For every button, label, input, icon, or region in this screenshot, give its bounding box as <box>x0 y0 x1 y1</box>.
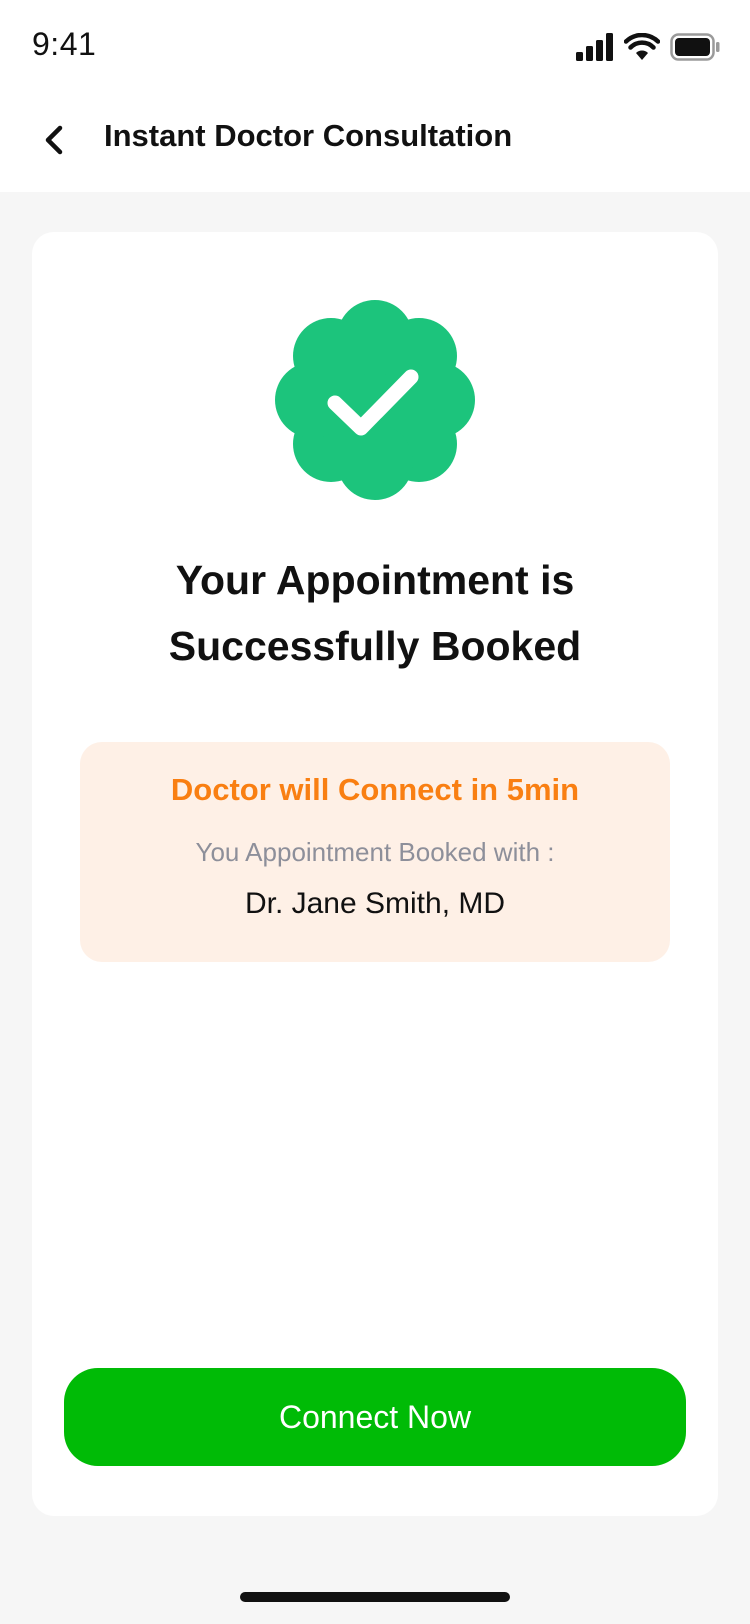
confirmation-card: Your Appointment is Successfully Booked … <box>32 232 718 1516</box>
appointment-info-box: Doctor will Connect in 5min You Appointm… <box>80 742 670 962</box>
verified-check-badge-icon <box>275 300 475 500</box>
headline-line-1: Your Appointment is <box>175 557 575 603</box>
back-button[interactable] <box>30 115 80 165</box>
connect-eta-text: Doctor will Connect in 5min <box>170 772 580 807</box>
chevron-left-icon <box>45 125 63 155</box>
cellular-signal-icon <box>576 33 613 61</box>
status-bar: 9:41 <box>0 0 750 95</box>
doctor-name: Dr. Jane Smith, MD <box>244 887 506 920</box>
success-headline: Your Appointment is Successfully Booked <box>32 547 718 679</box>
booked-with-label: You Appointment Booked with : <box>195 837 555 867</box>
status-time: 9:41 <box>32 26 97 62</box>
nav-bar: Instant Doctor Consultation <box>0 95 750 192</box>
home-indicator <box>240 1592 510 1602</box>
battery-icon <box>670 33 720 61</box>
wifi-icon <box>624 33 660 60</box>
status-icons <box>576 32 720 62</box>
page-title: Instant Doctor Consultation <box>104 118 513 153</box>
connect-now-button[interactable]: Connect Now <box>64 1368 686 1466</box>
headline-line-2: Successfully Booked <box>168 623 582 669</box>
